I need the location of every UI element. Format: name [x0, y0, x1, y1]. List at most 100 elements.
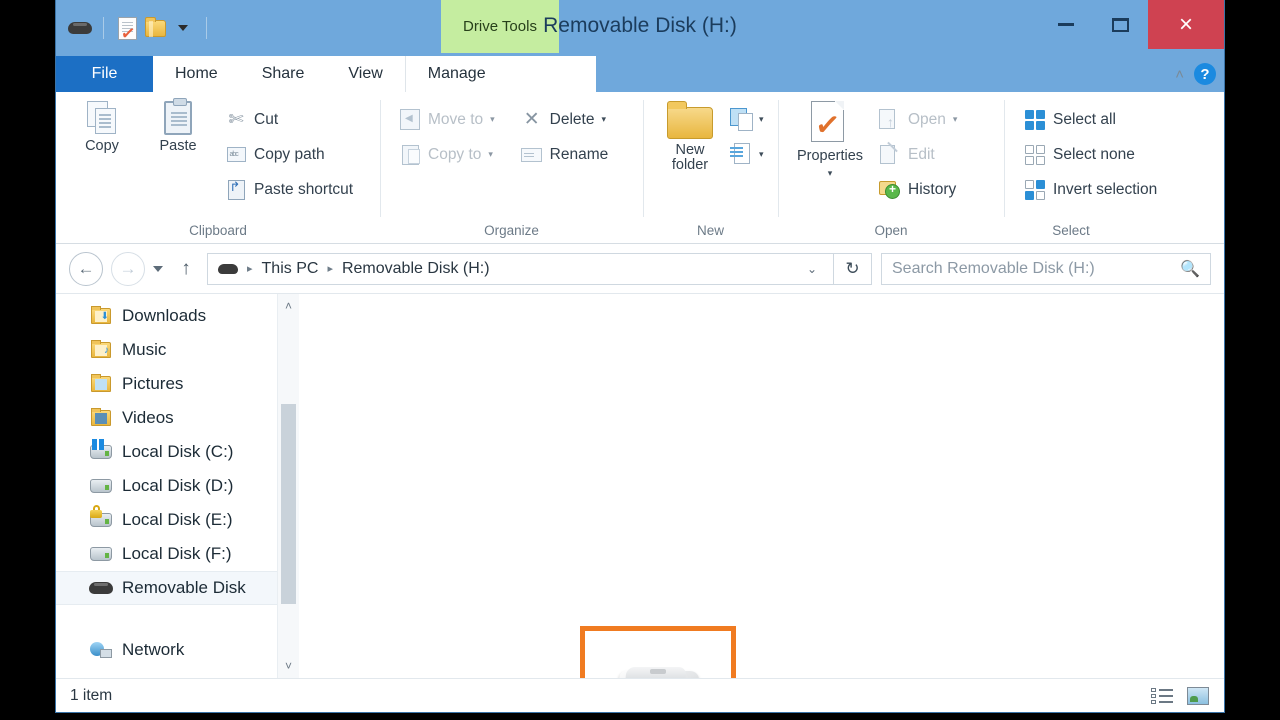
quick-access-toolbar: ✓: [66, 10, 216, 46]
sidebar-item-removable-disk[interactable]: Removable Disk: [56, 571, 299, 605]
address-bar: ← → ↑ ▸ This PC ▸ Removable Disk (H:) ⌄ …: [56, 244, 1224, 294]
copy-label: Copy: [85, 138, 119, 154]
copy-path-button[interactable]: abc Copy path: [220, 138, 358, 171]
tab-file[interactable]: File: [56, 56, 153, 92]
select-all-button[interactable]: Select all: [1019, 103, 1162, 136]
maximize-button[interactable]: [1093, 0, 1148, 49]
bitlocker-drive-icon: [89, 505, 113, 527]
sidebar-item-local-disk-e[interactable]: Local Disk (E:): [56, 503, 299, 537]
refresh-button[interactable]: ↻: [834, 252, 872, 285]
open-button[interactable]: ↑ Open ▾: [874, 103, 962, 136]
qat-customize-caret-icon[interactable]: [169, 14, 197, 42]
sidebar-item-network[interactable]: Network: [56, 633, 299, 667]
history-button[interactable]: History: [874, 173, 962, 206]
tab-manage-label: Manage: [427, 65, 486, 82]
tab-share[interactable]: Share: [239, 56, 327, 92]
select-none-icon: [1024, 144, 1046, 166]
search-box[interactable]: Search Removable Disk (H:) 🔍: [881, 252, 1211, 285]
back-button[interactable]: ←: [69, 251, 103, 286]
tab-home[interactable]: Home: [153, 56, 240, 92]
delete-label: Delete: [549, 110, 595, 128]
details-view-icon: [1151, 687, 1173, 704]
tab-file-label: File: [91, 65, 118, 82]
paste-shortcut-button[interactable]: Paste shortcut: [220, 173, 358, 206]
breadcrumb[interactable]: ▸ This PC ▸ Removable Disk (H:) ⌄: [207, 252, 834, 285]
forward-button[interactable]: →: [111, 251, 145, 286]
scroll-up-arrow-icon[interactable]: ˄: [278, 294, 299, 318]
qat-removable-drive-icon[interactable]: [66, 14, 94, 42]
view-buttons: [1150, 686, 1210, 706]
large-icons-view-button[interactable]: [1186, 686, 1210, 706]
tab-view[interactable]: View: [326, 56, 405, 92]
sidebar-item-music-label: Music: [122, 340, 167, 359]
select-none-button[interactable]: Select none: [1019, 138, 1162, 171]
copy-path-icon: abc: [225, 144, 247, 166]
select-none-label: Select none: [1053, 145, 1135, 163]
sidebar-item-downloads[interactable]: ⬇ Downloads: [56, 299, 299, 333]
sidebar-item-videos[interactable]: Videos: [56, 401, 299, 435]
ribbon-group-select-label: Select: [1052, 223, 1090, 238]
scrollbar-thumb[interactable]: [281, 404, 296, 604]
tab-manage[interactable]: Manage: [404, 56, 508, 92]
properties-button[interactable]: ✓ Properties ▾: [788, 101, 872, 179]
properties-label: Properties: [796, 148, 864, 164]
new-item-button[interactable]: ▾: [725, 103, 769, 136]
close-button[interactable]: ×: [1148, 0, 1224, 49]
help-label: ?: [1200, 65, 1210, 83]
sidebar-item-local-disk-d-label: Local Disk (D:): [122, 476, 234, 495]
qat-new-folder-icon[interactable]: [141, 14, 169, 42]
sidebar-item-videos-label: Videos: [122, 408, 174, 427]
sidebar-item-music[interactable]: ♪ Music: [56, 333, 299, 367]
ribbon-group-clipboard: Copy Paste ✄ Cut abc Copy path ↱ Paste s…: [56, 92, 380, 243]
refresh-icon: ↻: [845, 258, 860, 278]
invert-selection-icon: [1024, 179, 1046, 201]
drive-tools-contextual-tab[interactable]: Drive Tools: [441, 0, 559, 53]
paste-label: Paste: [159, 138, 197, 154]
edit-label: Edit: [908, 145, 935, 163]
edit-button[interactable]: Edit: [874, 138, 962, 171]
copy-button[interactable]: Copy: [66, 101, 138, 154]
forward-icon: →: [119, 258, 137, 278]
folder-downloads-icon: ⬇: [89, 306, 113, 324]
sidebar-item-local-disk-d[interactable]: Local Disk (D:): [56, 469, 299, 503]
invert-selection-button[interactable]: Invert selection: [1019, 173, 1162, 206]
recent-locations-button[interactable]: [145, 252, 171, 286]
folder-pictures-icon: [89, 374, 113, 392]
breadcrumb-item-this-pc[interactable]: This PC: [258, 260, 323, 278]
status-bar: 1 item: [56, 678, 1224, 712]
up-button[interactable]: ↑: [171, 252, 201, 286]
breadcrumb-item-removable-disk[interactable]: Removable Disk (H:): [338, 260, 494, 278]
file-item-data[interactable]: Data: [580, 626, 736, 678]
sidebar-item-pictures[interactable]: Pictures: [56, 367, 299, 401]
new-item-icon: [730, 107, 753, 131]
rename-button[interactable]: Rename: [516, 138, 614, 171]
paste-button[interactable]: Paste: [142, 98, 214, 154]
delete-button[interactable]: ✕ Delete ▾: [516, 103, 614, 136]
sidebar-item-local-disk-e-label: Local Disk (E:): [122, 510, 233, 529]
tab-share-label: Share: [261, 65, 305, 82]
breadcrumb-dropdown-icon[interactable]: ⌄: [799, 262, 825, 276]
easy-access-button[interactable]: ▾: [725, 138, 769, 171]
ribbon-tab-strip: File Home Share View Manage ˄ ?: [56, 56, 1224, 92]
sidebar-item-local-disk-f[interactable]: Local Disk (F:): [56, 537, 299, 571]
qat-properties-icon[interactable]: ✓: [113, 14, 141, 43]
select-all-icon: [1024, 109, 1046, 131]
scroll-down-label: ˅: [284, 659, 292, 673]
help-icon[interactable]: ?: [1194, 63, 1216, 85]
sidebar-item-local-disk-c[interactable]: Local Disk (C:): [56, 435, 299, 469]
minimize-button[interactable]: [1038, 0, 1093, 49]
move-to-button[interactable]: Move to ▾: [394, 103, 500, 136]
up-icon: ↑: [181, 257, 191, 279]
cut-button[interactable]: ✄ Cut: [220, 103, 358, 136]
details-view-button[interactable]: [1150, 686, 1174, 706]
paste-shortcut-icon: [225, 179, 247, 201]
scroll-down-arrow-icon[interactable]: ˅: [278, 654, 299, 678]
move-to-label: Move to: [428, 110, 484, 128]
search-input[interactable]: Search Removable Disk (H:): [892, 260, 1180, 278]
file-list-view[interactable]: Data Shortcut Virus اس فائل کے اندر آپ ک…: [299, 294, 1224, 678]
collapse-ribbon-icon[interactable]: ˄: [1175, 66, 1184, 83]
new-folder-button[interactable]: New folder: [657, 101, 723, 173]
copy-to-button[interactable]: Copy to ▾: [394, 138, 500, 171]
navigation-scrollbar[interactable]: ˄ ˅: [277, 294, 299, 678]
hard-drive-icon: [89, 479, 113, 493]
